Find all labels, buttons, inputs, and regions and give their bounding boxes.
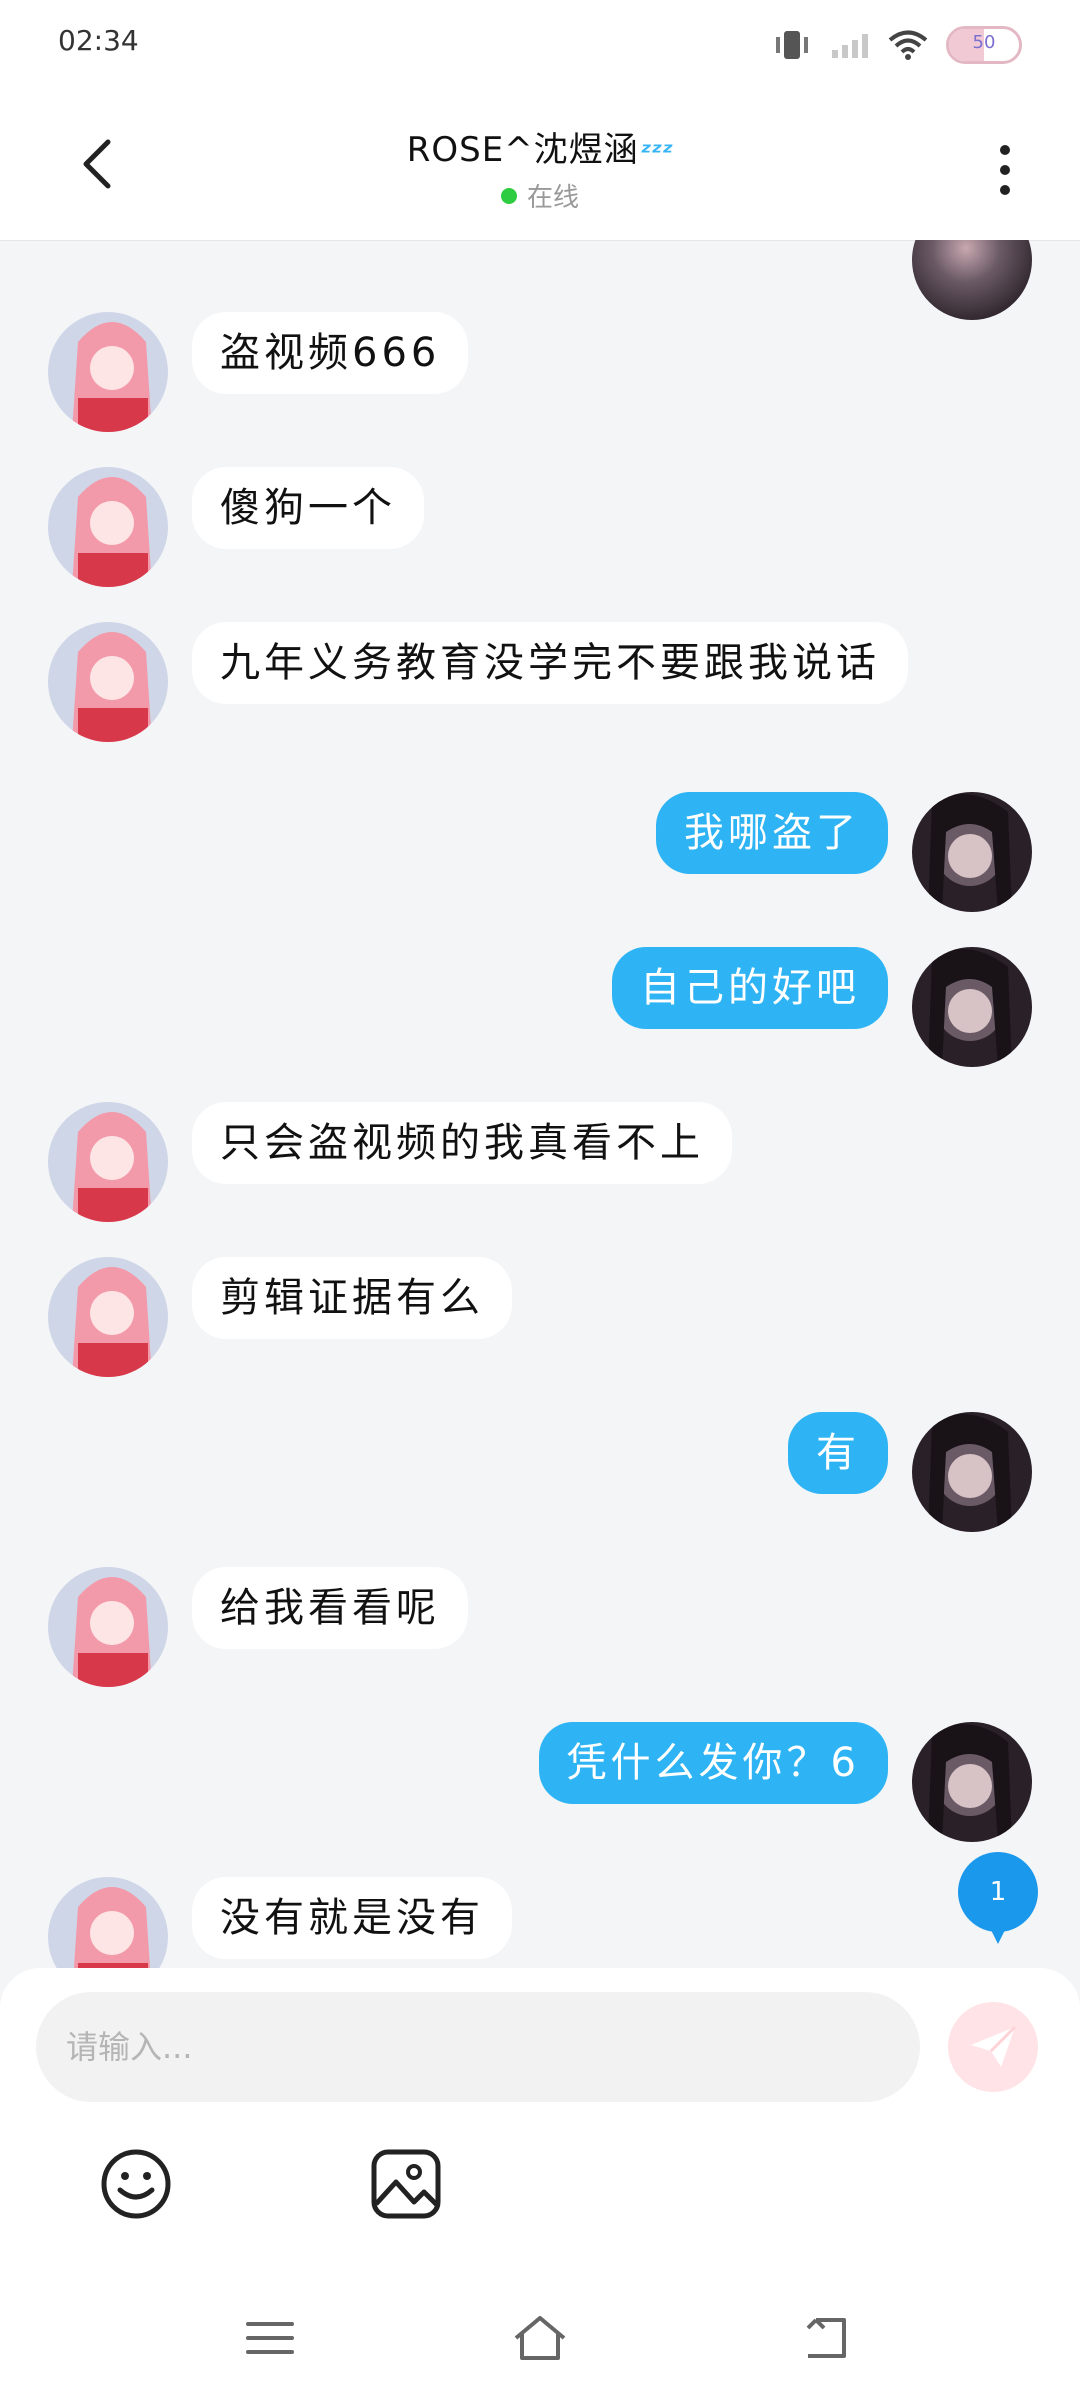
smiley-icon[interactable] [98,2146,174,2222]
avatar[interactable] [912,240,1032,320]
online-dot [500,187,517,204]
avatar[interactable] [912,1412,1032,1532]
incoming-message[interactable]: 九年义务教育没学完不要跟我说话 [192,622,908,704]
system-navigation-bar [0,2268,1080,2404]
incoming-message[interactable]: 没有就是没有 [192,1877,512,1959]
wifi-icon [888,30,928,60]
status-icons: 50 [772,20,1022,70]
more-options-icon[interactable] [990,140,1020,200]
avatar[interactable] [48,1877,168,1970]
avatar[interactable] [912,947,1032,1067]
outgoing-message[interactable]: 自己的好吧 [612,947,888,1029]
chat-title-area: ROSE^沈煜涵ᶻᶻᶻ 在线 [0,122,1080,214]
home-icon[interactable] [510,2308,570,2368]
avatar[interactable] [912,1722,1032,1842]
message-composer: 请输入... [0,1968,1080,2268]
outgoing-message[interactable]: 凭什么发你？6 [538,1722,888,1804]
paper-plane-icon [971,2025,1017,2067]
battery-indicator: 50 [946,26,1022,64]
outgoing-message[interactable]: 我哪盗了 [656,792,888,874]
status-time: 02:34 [58,24,139,57]
avatar[interactable] [48,467,168,587]
message-input[interactable]: 请输入... [36,1992,920,2102]
message-list[interactable]: 盗视频666 傻狗一个 九年义务教育没学完不要跟我说话 我哪盗了 自己的好吧 只… [0,240,1080,1970]
presence-status: 在线 [500,177,579,214]
avatar[interactable] [48,312,168,432]
incoming-message[interactable]: 给我看看呢 [192,1567,468,1649]
incoming-message[interactable]: 只会盗视频的我真看不上 [192,1102,732,1184]
incoming-message[interactable]: 剪辑证据有么 [192,1257,512,1339]
send-button[interactable] [948,2002,1038,2092]
avatar[interactable] [48,1102,168,1222]
image-icon[interactable] [368,2146,444,2222]
avatar[interactable] [48,1567,168,1687]
avatar[interactable] [48,622,168,742]
avatar[interactable] [48,1257,168,1377]
unread-count-badge[interactable]: 1 [958,1852,1038,1944]
battery-level: 50 [972,32,996,53]
status-bar: 02:34 50 [0,0,1080,90]
incoming-message[interactable]: 盗视频666 [192,312,469,394]
outgoing-message[interactable]: 有 [788,1412,888,1494]
chat-title: ROSE^沈煜涵 [406,130,639,170]
vibrate-icon [776,31,808,59]
presence-label: 在线 [526,183,579,213]
chat-header: ROSE^沈煜涵ᶻᶻᶻ 在线 [0,90,1080,241]
back-icon[interactable] [796,2308,856,2368]
incoming-message[interactable]: 傻狗一个 [192,467,424,549]
sleep-emoji-icon: ᶻᶻᶻ [640,138,674,168]
menu-icon[interactable] [240,2308,300,2368]
avatar[interactable] [912,792,1032,912]
signal-icon [832,34,868,58]
